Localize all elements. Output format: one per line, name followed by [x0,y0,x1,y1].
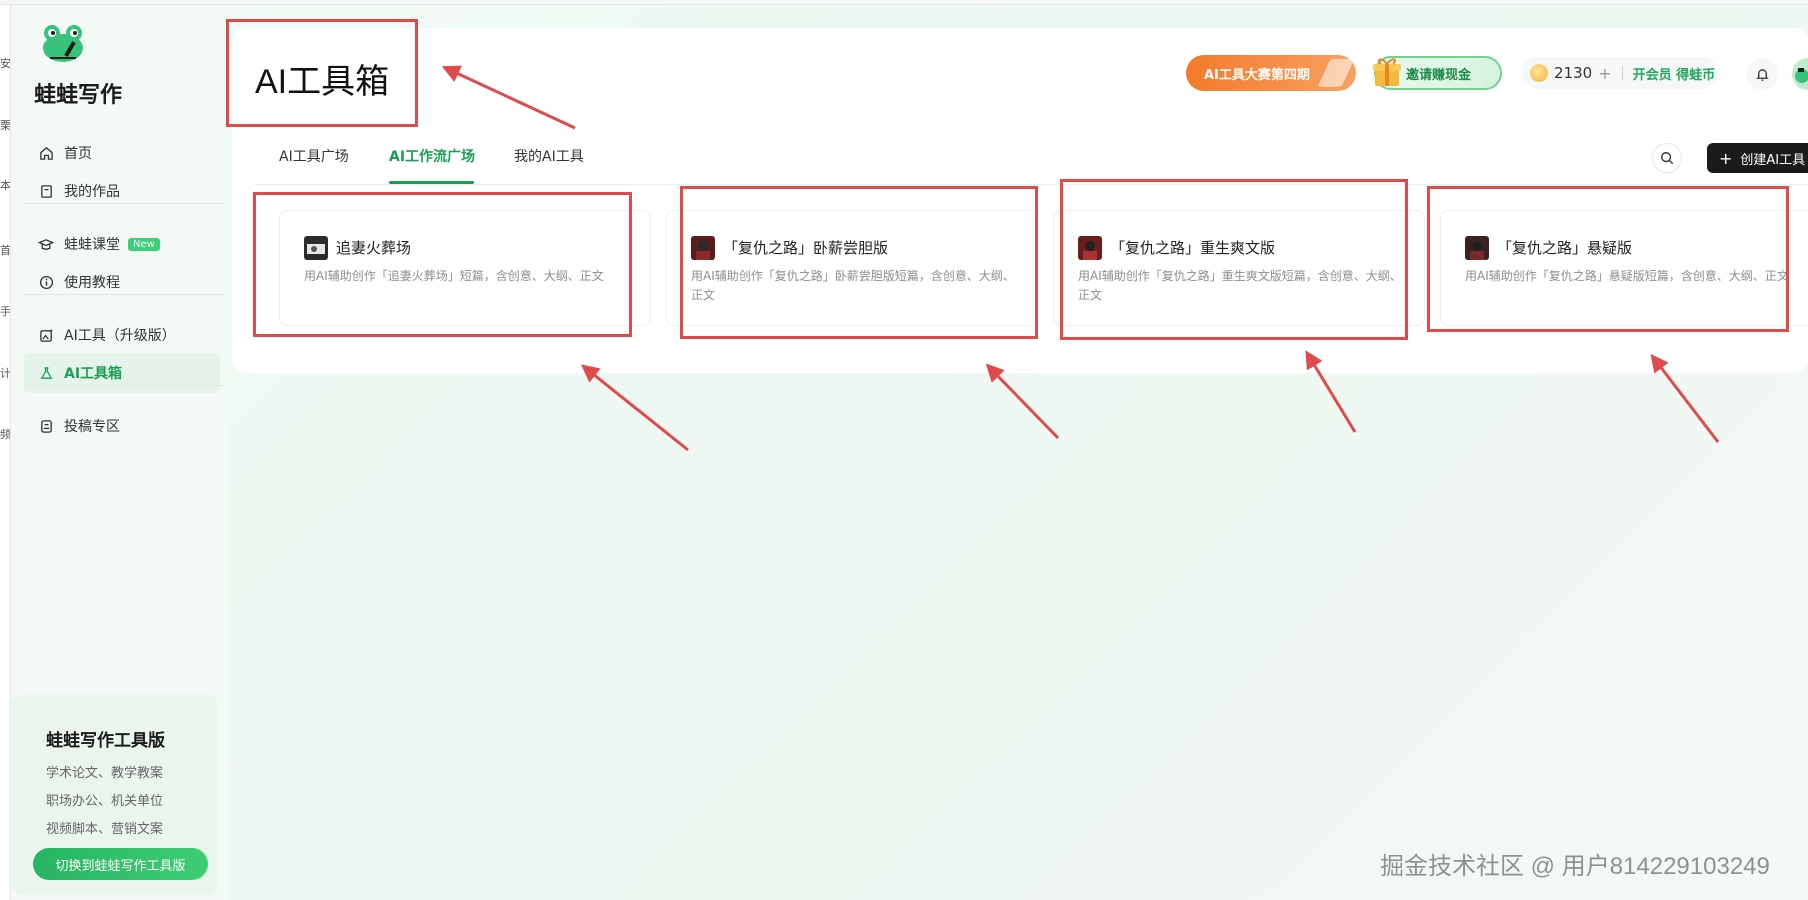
tab-ai-tool-plaza[interactable]: AI工具广场 [279,146,349,166]
tool-name: 「复仇之路」重生爽文版 [1110,239,1276,257]
page-title: AI工具箱 [255,63,390,101]
sidebar-item-submission[interactable]: 投稿专区 [24,406,220,446]
sidebar-divider [24,294,224,295]
contest-label: AI工具大赛第四期 [1204,67,1310,83]
home-icon [38,145,54,161]
tool-thumbnail [304,236,328,260]
tab-my-ai-tools[interactable]: 我的AI工具 [514,146,584,166]
tool-name: 「复仇之路」卧薪尝胆版 [723,239,889,257]
graduation-cap-icon [38,236,54,252]
clipped-char: 频 [0,428,10,441]
tool-description: 用AI辅助创作「复仇之路」重生爽文版短篇，含创意、大纲、正文 [1078,269,1402,302]
tabs-divider [255,184,1808,185]
coin-icon [1530,64,1548,82]
open-vip-link[interactable]: 开会员 得蛙币 [1633,64,1716,83]
sidebar-item-label: 使用教程 [64,275,120,291]
clipped-char: 本 [0,179,10,192]
tool-description: 用AI辅助创作「追妻火葬场」短篇，含创意、大纲、正文 [304,269,604,283]
book-icon [38,183,54,199]
gift-icon [1373,58,1401,86]
tool-card[interactable]: 「复仇之路」卧薪尝胆版 用AI辅助创作「复仇之路」卧薪尝胆版短篇，含创意、大纲、… [666,210,1038,326]
search-icon[interactable] [1652,143,1682,173]
sidebar-item-label: 蛙蛙课堂 [64,237,120,253]
coin-balance: 2130 + 开会员 得蛙币 [1522,57,1718,89]
sidebar-divider [24,203,224,204]
promo-line: 职场办公、机关单位 [46,794,164,809]
sidebar-item-label: AI工具箱 [64,366,123,382]
sidebar-item-course[interactable]: 蛙蛙课堂 New [24,224,220,264]
tool-thumbnail [1465,236,1489,260]
create-ai-tool-button[interactable]: + 创建AI工具 [1707,143,1808,173]
sidebar-item-ai-toolbox[interactable]: AI工具箱 [24,353,220,393]
promo-title: 蛙蛙写作工具版 [46,731,165,751]
clipped-char: 计 [0,367,10,380]
inbox-icon [38,418,54,434]
flask-icon [38,365,54,381]
tool-description: 用AI辅助创作「复仇之路」卧薪尝胆版短篇，含创意、大纲、正文 [691,269,1015,302]
tool-thumbnail [1078,236,1102,260]
browser-top-edge [0,0,1808,5]
promo-line: 视频脚本、营销文案 [46,822,164,837]
new-badge: New [128,237,160,251]
notification-bell-icon[interactable] [1746,58,1778,90]
tool-card[interactable]: 「复仇之路」重生爽文版 用AI辅助创作「复仇之路」重生爽文版短篇，含创意、大纲、… [1053,210,1425,326]
sidebar-item-ai-tools-upgrade[interactable]: AI工具（升级版） [24,315,220,355]
clipped-char: 栗 [0,119,10,132]
tool-card[interactable]: 追妻火葬场 用AI辅助创作「追妻火葬场」短篇，含创意、大纲、正文 [279,210,651,326]
promo-line: 学术论文、教学教案 [46,766,164,781]
sidebar-item-label: 首页 [64,146,92,162]
clipped-left-panel: 安 栗 本 首 手 计 频 [0,5,11,900]
brand-name: 蛙蛙写作 [34,83,123,108]
clipped-char: 首 [0,244,10,257]
image-sparkle-icon [38,327,54,343]
tool-thumbnail [691,236,715,260]
add-coins-button[interactable]: + [1598,64,1611,83]
clipped-char: 安 [0,57,10,70]
info-circle-icon [38,274,54,290]
coin-count: 2130 [1554,64,1593,82]
contest-banner-button[interactable]: AI工具大赛第四期 [1186,55,1356,91]
coins-separator [1621,66,1623,80]
sidebar-item-label: AI工具（升级版） [64,328,176,344]
frog-logo-icon[interactable] [38,21,88,65]
create-ai-tool-label: 创建AI工具 [1740,152,1806,168]
tool-name: 「复仇之路」悬疑版 [1497,239,1633,257]
sidebar-item-works[interactable]: 我的作品 [24,171,220,211]
tool-card[interactable]: 「复仇之路」悬疑版 用AI辅助创作「复仇之路」悬疑版短篇，含创意、大纲、正文 [1440,210,1808,326]
invite-label: 邀请赚现金 [1406,67,1472,83]
clipped-char: 手 [0,305,10,318]
switch-tool-version-button[interactable]: 切换到蛙蛙写作工具版 [33,848,208,880]
sidebar-item-tutorial[interactable]: 使用教程 [24,262,220,302]
tab-ai-workflow-plaza[interactable]: AI工作流广场 [389,146,475,166]
sidebar-divider [24,385,224,386]
sidebar-item-label: 投稿专区 [64,419,120,435]
sidebar-item-home[interactable]: 首页 [24,133,220,173]
sidebar-item-label: 我的作品 [64,184,120,200]
tool-name: 追妻火葬场 [336,239,412,257]
plus-icon: + [1719,148,1733,168]
contest-decoration [1317,59,1355,87]
watermark: 掘金技术社区 @ 用户814229103249 [1380,853,1770,880]
tool-description: 用AI辅助创作「复仇之路」悬疑版短篇，含创意、大纲、正文 [1465,269,1789,283]
